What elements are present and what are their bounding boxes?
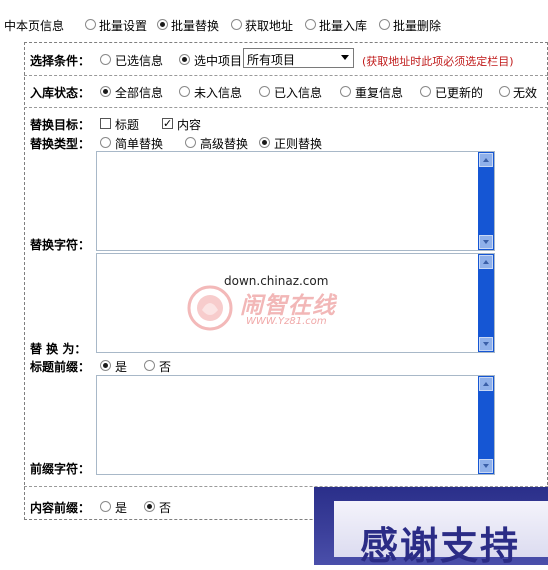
status-option-invalid[interactable]: 无效 <box>513 84 537 101</box>
status-label: 入库状态： <box>30 86 91 100</box>
title-prefix-label: 标题前缀： <box>30 360 91 374</box>
replace-string-textarea[interactable] <box>96 151 495 251</box>
scroll-down-icon[interactable] <box>479 459 493 473</box>
watermark-cn: 闹智在线 <box>240 293 336 319</box>
content-prefix-option-no[interactable]: 否 <box>159 499 171 516</box>
status-option-all[interactable]: 全部信息 <box>115 84 163 101</box>
status-option-duplicate[interactable]: 重复信息 <box>355 84 403 101</box>
condition-radio-selected-item[interactable] <box>179 54 190 65</box>
target-checkbox-content[interactable]: ✓ <box>162 118 173 129</box>
status-option-not-imported[interactable]: 未入信息 <box>194 84 242 101</box>
title-prefix-radio-yes[interactable] <box>100 360 111 371</box>
condition-note: (获取地址时此项必须选定栏目) <box>362 55 514 68</box>
thanks-banner: 感谢支持 <box>314 487 548 568</box>
content-prefix-radio-no[interactable] <box>144 501 155 512</box>
thanks-banner-inner: 感谢支持 <box>334 501 548 568</box>
tab-label-batch-delete[interactable]: 批量删除 <box>393 17 441 34</box>
condition-radio-selected-info[interactable] <box>100 54 111 65</box>
status-option-updated[interactable]: 已更新的 <box>435 84 483 101</box>
status-radio-duplicate[interactable] <box>340 86 351 97</box>
scrollbar[interactable] <box>478 254 494 352</box>
type-radio-simple[interactable] <box>100 137 111 148</box>
target-label: 替换目标： <box>30 118 91 132</box>
status-option-imported[interactable]: 已入信息 <box>274 84 322 101</box>
tab-label-batch-replace[interactable]: 批量替换 <box>171 17 219 34</box>
content-prefix-radio-yes[interactable] <box>100 501 111 512</box>
scroll-down-icon[interactable] <box>479 337 493 351</box>
status-radio-all[interactable] <box>100 86 111 97</box>
type-option-advanced[interactable]: 高级替换 <box>200 135 248 152</box>
tab-label-get-address[interactable]: 获取地址 <box>245 17 293 34</box>
scroll-up-icon[interactable] <box>479 153 493 167</box>
scrollbar[interactable] <box>478 376 494 474</box>
type-option-regex[interactable]: 正则替换 <box>274 135 322 152</box>
target-option-content[interactable]: 内容 <box>177 116 201 133</box>
watermark-logo-icon <box>187 285 233 331</box>
scroll-up-icon[interactable] <box>479 377 493 391</box>
tab-radio-get-address[interactable] <box>231 19 242 30</box>
tab-label-batch-settings[interactable]: 批量设置 <box>99 17 147 34</box>
status-radio-imported[interactable] <box>259 86 270 97</box>
condition-option-selected-info[interactable]: 已选信息 <box>115 52 163 69</box>
tab-radio-batch-delete[interactable] <box>379 19 390 30</box>
scrollbar[interactable] <box>478 152 494 250</box>
tab-radio-batch-replace[interactable] <box>157 19 168 30</box>
title-prefix-option-no[interactable]: 否 <box>159 358 171 375</box>
type-option-simple[interactable]: 简单替换 <box>115 135 163 152</box>
project-select[interactable]: 所有项目 <box>243 48 354 68</box>
tab-label-batch-import[interactable]: 批量入库 <box>319 17 367 34</box>
row-divider <box>24 107 548 108</box>
project-select-value: 所有项目 <box>247 53 296 67</box>
status-radio-not-imported[interactable] <box>179 86 190 97</box>
prefix-string-label: 前缀字符： <box>30 462 91 476</box>
target-checkbox-title[interactable] <box>100 118 111 129</box>
type-radio-advanced[interactable] <box>185 137 196 148</box>
prefix-string-textarea[interactable] <box>96 375 495 475</box>
title-prefix-option-yes[interactable]: 是 <box>115 358 127 375</box>
thanks-banner-text: 感谢支持 <box>360 524 521 568</box>
target-option-title[interactable]: 标题 <box>115 116 139 133</box>
content-prefix-option-yes[interactable]: 是 <box>115 499 127 516</box>
type-radio-regex[interactable] <box>259 137 270 148</box>
scroll-up-icon[interactable] <box>479 255 493 269</box>
chevron-down-icon <box>341 55 349 60</box>
tab-radio-batch-import[interactable] <box>305 19 316 30</box>
replace-string-label: 替换字符： <box>30 238 91 252</box>
status-radio-updated[interactable] <box>420 86 431 97</box>
condition-option-selected-item[interactable]: 选中项目 <box>194 52 242 69</box>
tab-radio-batch-settings[interactable] <box>85 19 96 30</box>
scroll-down-icon[interactable] <box>479 235 493 249</box>
row-divider <box>24 75 548 76</box>
watermark-url2: WWW.Yz81.com <box>246 316 327 327</box>
condition-label: 选择条件： <box>30 54 91 68</box>
tab-label-page-info[interactable]: 中本页信息 <box>4 17 64 34</box>
type-label: 替换类型： <box>30 137 91 151</box>
status-radio-invalid[interactable] <box>499 86 510 97</box>
replace-to-label: 替 换 为： <box>30 342 87 356</box>
title-prefix-radio-no[interactable] <box>144 360 155 371</box>
content-prefix-label: 内容前缀： <box>30 501 91 515</box>
